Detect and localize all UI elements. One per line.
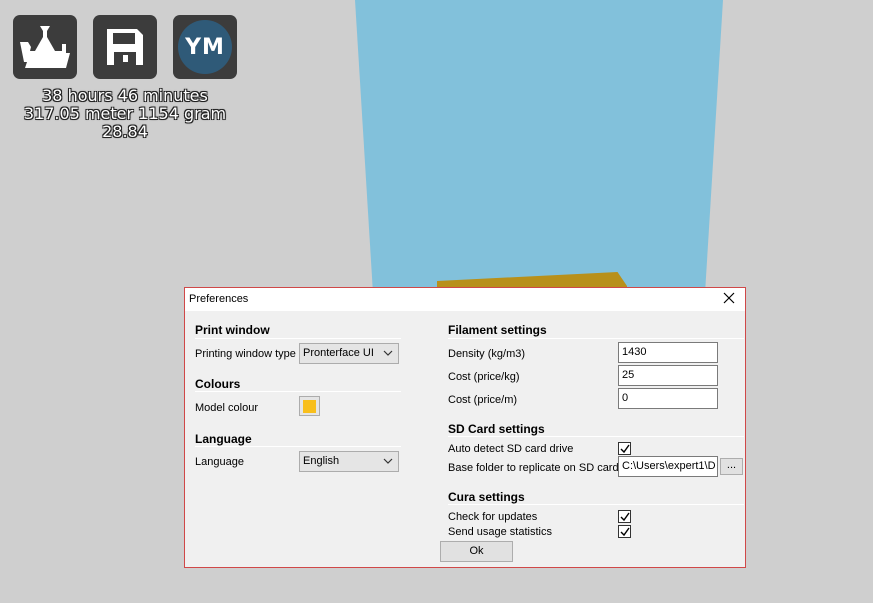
usage-statistics-checkbox[interactable] (618, 525, 631, 538)
divider (448, 504, 744, 505)
cost-per-kg-field[interactable]: 25 (618, 365, 718, 386)
checkmark-icon (620, 512, 630, 522)
usage-statistics-label: Send usage statistics (448, 526, 552, 538)
filament-settings-heading: Filament settings (448, 323, 547, 337)
language-select[interactable]: English (299, 451, 399, 472)
save-button[interactable] (93, 15, 157, 79)
account-button[interactable]: YM (173, 15, 237, 79)
colours-heading: Colours (195, 377, 241, 391)
chevron-down-icon (383, 350, 393, 356)
language-label: Language (195, 456, 244, 468)
checkmark-icon (620, 444, 630, 454)
check-updates-label: Check for updates (448, 511, 538, 523)
cost-per-m-label: Cost (price/m) (448, 394, 518, 406)
dialog-titlebar: Preferences (185, 288, 745, 311)
print-material: 317.05 meter 1154 gram (23, 104, 227, 123)
cura-settings-heading: Cura settings (448, 490, 525, 504)
language-value: English (303, 455, 340, 467)
density-field[interactable]: 1430 (618, 342, 718, 363)
model-colour-label: Model colour (195, 402, 258, 414)
load-model-icon (20, 26, 70, 68)
print-info: 38 hours 46 minutes 317.05 meter 1154 gr… (13, 87, 237, 141)
divider (195, 446, 401, 447)
build-volume (355, 0, 723, 300)
sd-card-settings-heading: SD Card settings (448, 422, 545, 436)
print-time: 38 hours 46 minutes (42, 86, 208, 105)
printing-window-type-value: Pronterface UI (303, 347, 374, 359)
colour-swatch (303, 399, 316, 413)
density-label: Density (kg/m3) (448, 348, 526, 360)
base-folder-label: Base folder to replicate on SD card (448, 462, 619, 474)
checkmark-icon (620, 527, 630, 537)
chevron-down-icon (383, 458, 393, 464)
ok-button[interactable]: Ok (440, 541, 513, 562)
auto-detect-sd-checkbox[interactable] (618, 442, 631, 455)
divider (195, 391, 401, 392)
browse-button[interactable]: ... (720, 458, 743, 475)
cost-per-kg-label: Cost (price/kg) (448, 371, 520, 383)
save-floppy-icon (107, 29, 143, 65)
check-updates-checkbox[interactable] (618, 510, 631, 523)
top-toolbar: YM (13, 15, 237, 79)
dialog-title: Preferences (189, 293, 249, 305)
load-model-button[interactable] (13, 15, 77, 79)
language-heading: Language (195, 432, 252, 446)
cost-per-m-field[interactable]: 0 (618, 388, 718, 409)
print-window-heading: Print window (195, 323, 270, 337)
auto-detect-sd-label: Auto detect SD card drive (448, 443, 574, 455)
divider (448, 436, 744, 437)
avatar-initials: YM (185, 34, 225, 60)
preferences-dialog: Preferences Print window Printing window… (184, 287, 746, 568)
model-colour-button[interactable] (299, 396, 320, 416)
printing-window-type-label: Printing window type (195, 348, 296, 360)
divider (448, 338, 744, 339)
printing-window-type-select[interactable]: Pronterface UI (299, 343, 399, 364)
avatar: YM (178, 20, 232, 74)
close-icon[interactable] (722, 291, 736, 305)
base-folder-field[interactable]: C:\Users\expert1\D (618, 456, 718, 477)
print-cost: 28.84 (102, 122, 148, 141)
divider (195, 338, 401, 339)
